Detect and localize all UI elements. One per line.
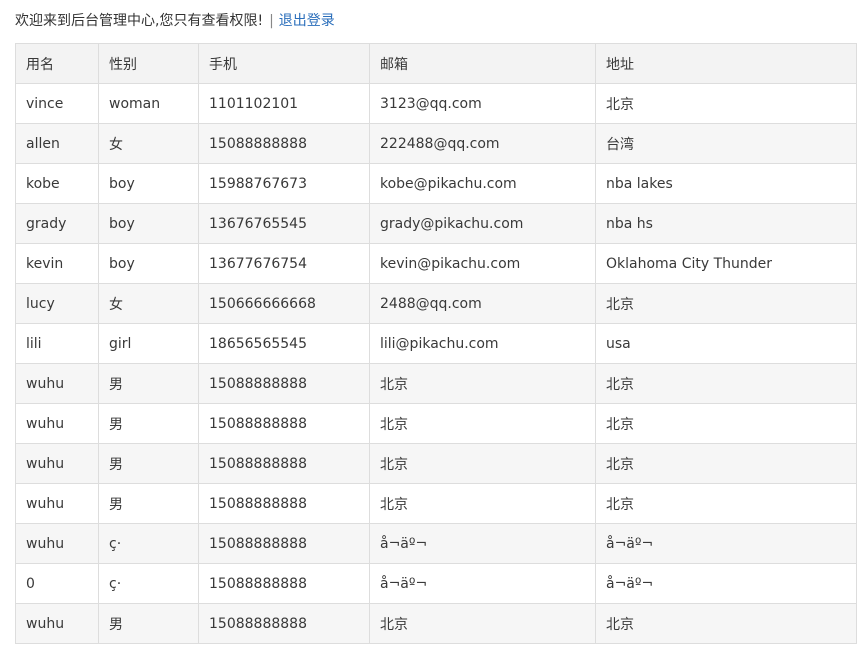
cell-phone: 15088888888 [198,363,370,404]
column-username-header: 用名 [15,43,99,84]
cell-username: 0 [15,563,99,604]
cell-gender: 男 [98,403,199,444]
column-address-header: 地址 [595,43,857,84]
cell-address: 北京 [595,603,857,644]
cell-phone: 15088888888 [198,563,370,604]
cell-gender: boy [98,243,199,284]
cell-username: lili [15,323,99,364]
cell-address: 北京 [595,483,857,524]
cell-username: lucy [15,283,99,324]
cell-address: nba hs [595,203,857,244]
cell-username: wuhu [15,483,99,524]
cell-gender: 男 [98,363,199,404]
cell-username: kevin [15,243,99,284]
cell-email: å¬äº¬ [369,563,596,604]
cell-email: 3123@qq.com [369,83,596,124]
cell-address: 北京 [595,283,857,324]
table-row: 0 ç· 15088888888 å¬äº¬ å¬äº¬ [15,563,857,604]
cell-gender: girl [98,323,199,364]
cell-username: wuhu [15,603,99,644]
cell-phone: 15088888888 [198,603,370,644]
column-gender-header: 性别 [98,43,199,84]
cell-phone: 15988767673 [198,163,370,204]
cell-phone: 150666666668 [198,283,370,324]
cell-email: 北京 [369,443,596,484]
cell-address: Oklahoma City Thunder [595,243,857,284]
cell-username: vince [15,83,99,124]
separator: | [269,13,274,29]
cell-phone: 15088888888 [198,483,370,524]
column-email-header: 邮箱 [369,43,596,84]
cell-username: wuhu [15,523,99,564]
table-header-row: 用名 性别 手机 邮箱 地址 [15,43,857,84]
cell-email: 北京 [369,483,596,524]
cell-username: wuhu [15,443,99,484]
table-row: wuhu 男 15088888888 北京 北京 [15,483,857,524]
table-row: wuhu 男 15088888888 北京 北京 [15,363,857,404]
table-row: vince woman 1101102101 3123@qq.com 北京 [15,83,857,124]
cell-phone: 15088888888 [198,123,370,164]
cell-username: allen [15,123,99,164]
cell-email: lili@pikachu.com [369,323,596,364]
cell-phone: 18656565545 [198,323,370,364]
table-row: wuhu ç· 15088888888 å¬äº¬ å¬äº¬ [15,523,857,564]
cell-username: kobe [15,163,99,204]
cell-address: å¬äº¬ [595,523,857,564]
cell-email: grady@pikachu.com [369,203,596,244]
cell-address: 北京 [595,83,857,124]
cell-phone: 1101102101 [198,83,370,124]
cell-gender: boy [98,203,199,244]
cell-phone: 13677676754 [198,243,370,284]
cell-phone: 13676765545 [198,203,370,244]
column-phone-header: 手机 [198,43,370,84]
cell-address: 台湾 [595,123,857,164]
table-body: vince woman 1101102101 3123@qq.com 北京 allen 女 1… [15,83,857,644]
cell-email: å¬äº¬ [369,523,596,564]
cell-email: 222488@qq.com [369,123,596,164]
welcome-message: 欢迎来到后台管理中心,您只有查看权限! [15,13,264,29]
table-row: wuhu 男 15088888888 北京 北京 [15,403,857,444]
table-row: wuhu 男 15088888888 北京 北京 [15,443,857,484]
cell-email: 北京 [369,363,596,404]
cell-email: 北京 [369,403,596,444]
cell-address: 北京 [595,403,857,444]
table-row: wuhu 男 15088888888 北京 北京 [15,603,857,644]
cell-email: kobe@pikachu.com [369,163,596,204]
table-row: allen 女 15088888888 222488@qq.com 台湾 [15,123,857,164]
cell-gender: ç· [98,563,199,604]
cell-username: wuhu [15,403,99,444]
table-row: kobe boy 15988767673 kobe@pikachu.com nba la… [15,163,857,204]
cell-username: grady [15,203,99,244]
cell-gender: 男 [98,443,199,484]
cell-email: 2488@qq.com [369,283,596,324]
cell-phone: 15088888888 [198,443,370,484]
cell-address: usa [595,323,857,364]
welcome-bar: 欢迎来到后台管理中心,您只有查看权限! | 退出登录 [15,9,335,33]
table-row: lucy 女 150666666668 2488@qq.com 北京 [15,283,857,324]
table-row: lili girl 18656565545 lili@pikachu.com usa [15,323,857,364]
cell-address: nba lakes [595,163,857,204]
cell-email: 北京 [369,603,596,644]
logout-link[interactable]: 退出登录 [279,13,335,29]
table-row: kevin boy 13677676754 kevin@pikachu.com Okla… [15,243,857,284]
cell-address: 北京 [595,363,857,404]
cell-gender: 女 [98,123,199,164]
table-row: grady boy 13676765545 grady@pikachu.com nba … [15,203,857,244]
cell-email: kevin@pikachu.com [369,243,596,284]
cell-gender: ç· [98,523,199,564]
cell-phone: 15088888888 [198,523,370,564]
cell-gender: 女 [98,283,199,324]
cell-address: 北京 [595,443,857,484]
cell-gender: woman [98,83,199,124]
user-table: 用名 性别 手机 邮箱 地址 vince woman 1101102101 3123@qq.c… [15,43,857,644]
cell-username: wuhu [15,363,99,404]
cell-gender: 男 [98,483,199,524]
cell-phone: 15088888888 [198,403,370,444]
cell-gender: boy [98,163,199,204]
cell-address: å¬äº¬ [595,563,857,604]
cell-gender: 男 [98,603,199,644]
